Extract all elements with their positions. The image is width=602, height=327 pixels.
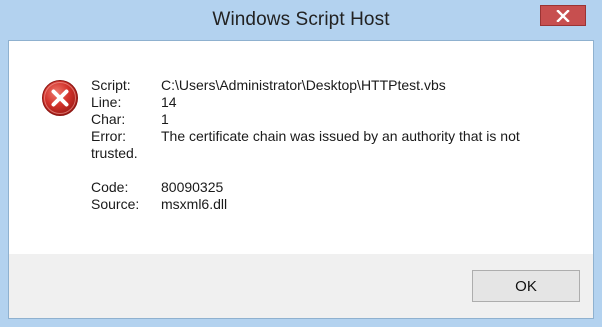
code-value: 80090325 [161,179,224,195]
script-value: C:\Users\Administrator\Desktop\HTTPtest.… [161,77,446,93]
ok-button[interactable]: OK [472,270,580,302]
source-value: msxml6.dll [161,196,228,212]
script-label: Script: [91,77,131,93]
source-label: Source: [91,196,140,212]
title-bar[interactable]: Windows Script Host [0,0,602,40]
message-panel: Script: C:\Users\Administrator\Desktop\H… [9,41,593,254]
close-button[interactable] [540,5,586,26]
line-row: Line: 14 [91,94,571,111]
dialog-window: Windows Script Host Script: C:\Users\Adm… [0,0,602,327]
code-label: Code: [91,179,129,195]
error-icon [41,79,79,117]
dialog-client-area: Script: C:\Users\Administrator\Desktop\H… [8,40,594,319]
message-text: Script: C:\Users\Administrator\Desktop\H… [91,77,571,213]
source-row: Source: msxml6.dll [91,196,571,213]
char-value: 1 [161,111,169,127]
script-row: Script: C:\Users\Administrator\Desktop\H… [91,77,571,94]
line-label: Line: [91,94,122,110]
close-icon [556,9,570,22]
char-label: Char: [91,111,126,127]
error-row: Error: The certificate chain was issued … [91,128,571,162]
line-value: 14 [161,94,177,110]
char-row: Char: 1 [91,111,571,128]
window-title: Windows Script Host [212,9,390,30]
code-row: Code: 80090325 [91,179,571,196]
error-value: The certificate chain was issued by an a… [91,128,520,161]
